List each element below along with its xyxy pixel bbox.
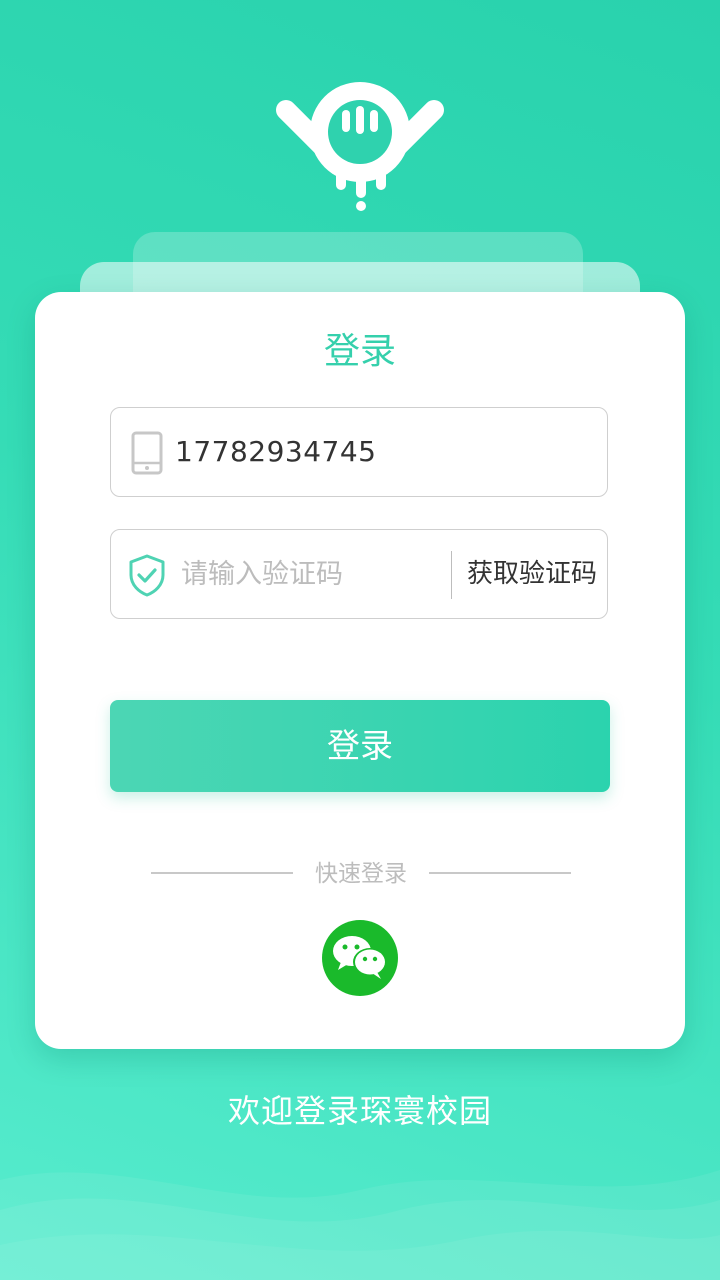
welcome-text: 欢迎登录琛寰校园 — [227, 1092, 492, 1130]
verification-code-input[interactable] — [181, 550, 436, 598]
wechat-login-button[interactable] — [322, 920, 398, 996]
login-card: 登录 17782934745 获取验证码 登录 快速登录 — [35, 292, 685, 1049]
shield-check-icon — [129, 554, 165, 597]
quick-login-divider: 快速登录 — [151, 857, 571, 891]
divider-line-right — [429, 872, 571, 874]
phone-field[interactable]: 17782934745 — [110, 407, 608, 497]
background-waves — [0, 1170, 720, 1280]
login-button[interactable]: 登录 — [110, 700, 610, 792]
get-code-button[interactable]: 获取验证码 — [467, 530, 597, 618]
quick-login-label: 快速登录 — [315, 861, 407, 887]
card-title: 登录 — [323, 331, 396, 372]
verification-code-field: 获取验证码 — [110, 529, 608, 619]
app-logo-icon — [276, 82, 444, 211]
phone-value: 17782934745 — [175, 435, 377, 468]
field-divider — [451, 551, 452, 599]
wechat-icon — [333, 936, 387, 979]
phone-icon — [131, 431, 163, 475]
